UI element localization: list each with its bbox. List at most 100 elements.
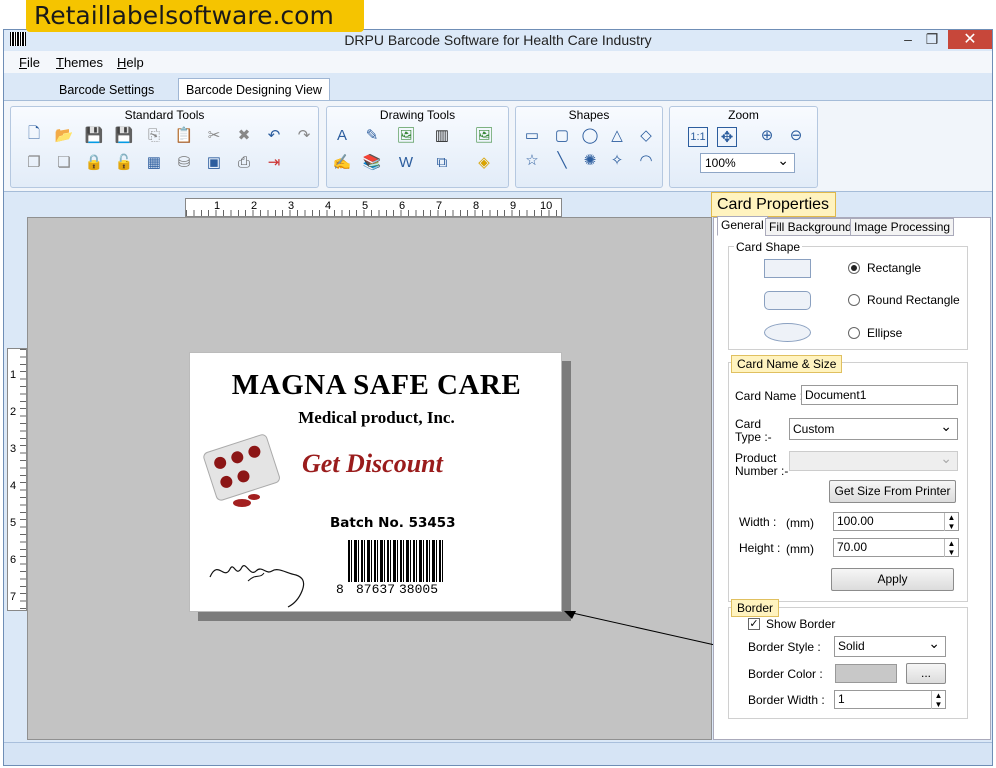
actual-size-icon[interactable]: 1:1 <box>688 127 708 147</box>
fit-window-icon[interactable]: ✥ <box>717 127 737 147</box>
picture-icon[interactable]: 🖼 <box>396 125 416 145</box>
rectangle-icon[interactable]: ▭ <box>522 125 542 145</box>
delete-icon[interactable]: ✖ <box>234 125 254 145</box>
get-size-from-printer-button[interactable]: Get Size From Printer <box>829 480 956 503</box>
star-four-icon[interactable]: ✧ <box>607 150 627 170</box>
grid-icon[interactable]: ▦ <box>144 152 164 172</box>
card-type-label-2: Type :- <box>735 430 772 444</box>
insert-image-dropdown-icon[interactable]: ◈ <box>474 152 494 172</box>
card-properties-heading: Card Properties <box>711 192 836 217</box>
height-unit: (mm) <box>786 542 814 556</box>
text-icon[interactable]: A <box>332 125 352 145</box>
border-color-button[interactable]: ... <box>906 663 946 684</box>
copy-icon[interactable]: ⎘ <box>144 125 164 145</box>
line-icon[interactable]: ╲ <box>552 150 572 170</box>
cut-icon[interactable]: ✂ <box>204 125 224 145</box>
border-width-spinner[interactable]: ▲ ▼ <box>931 691 945 709</box>
width-unit: (mm) <box>786 516 814 530</box>
round-rectangle-radio[interactable] <box>848 294 860 306</box>
height-label: Height : <box>739 541 781 555</box>
lock-icon[interactable]: 🔒 <box>84 152 104 172</box>
signature-image[interactable] <box>206 551 316 611</box>
card-barcode[interactable] <box>348 540 444 582</box>
card-subtitle[interactable]: Medical product, Inc. <box>190 408 563 428</box>
card-name-size-legend: Card Name & Size <box>731 355 843 373</box>
pill-pack-image[interactable] <box>202 431 302 511</box>
zoom-in-icon[interactable]: ⊕ <box>757 125 777 145</box>
menu-bar <box>4 51 992 73</box>
rectangle-radio[interactable] <box>848 262 860 274</box>
save-icon[interactable]: 💾 <box>84 125 104 145</box>
menu-file[interactable]: File <box>19 55 40 70</box>
title-bar: DRPU Barcode Software for Health Care In… <box>4 30 992 50</box>
send-back-icon[interactable]: ❐ <box>24 152 44 172</box>
ellipse-radio[interactable] <box>848 327 860 339</box>
arc-icon[interactable]: ◠ <box>636 150 656 170</box>
barcode-digit-left: 8 <box>336 582 344 597</box>
show-border-checkbox[interactable]: ✓ <box>748 618 760 630</box>
apply-button[interactable]: Apply <box>831 568 954 591</box>
ruler-v-label: 6 <box>10 554 17 566</box>
ruler-h-label: 10 <box>540 200 553 212</box>
star-icon[interactable]: ☆ <box>522 150 542 170</box>
menu-themes[interactable]: Themes <box>56 55 103 70</box>
watermark-icon[interactable]: W <box>396 152 416 172</box>
ruler-h-label: 6 <box>399 200 406 212</box>
card-discount-text[interactable]: Get Discount <box>302 449 443 479</box>
pencil-icon[interactable]: ✎ <box>362 125 382 145</box>
unlock-icon[interactable]: 🔓 <box>114 152 134 172</box>
border-width-input[interactable]: 1 ▲ ▼ <box>834 690 946 709</box>
zoom-out-icon[interactable]: ⊖ <box>786 125 806 145</box>
card-type-select[interactable]: Custom <box>789 416 958 440</box>
zoom-select[interactable]: 100% <box>700 151 795 173</box>
tab-fill-background[interactable]: Fill Background <box>765 218 856 236</box>
menu-help[interactable]: Help <box>117 55 144 70</box>
export-icon[interactable]: ⇥ <box>264 152 284 172</box>
barcode-icon[interactable]: ▥ <box>432 125 452 145</box>
show-border-label: Show Border <box>766 617 836 631</box>
new-icon[interactable]: 🗋 <box>24 125 44 145</box>
diamond-icon[interactable]: ◇ <box>636 125 656 145</box>
paste-icon[interactable]: 📋 <box>174 125 194 145</box>
card-name-input[interactable]: Document1 <box>801 385 958 405</box>
round-rectangle-icon[interactable]: ▢ <box>552 125 572 145</box>
height-spinner[interactable]: ▲ ▼ <box>944 539 958 557</box>
ellipse-preview <box>764 323 811 342</box>
card-batch-text[interactable]: Batch No. 53453 <box>330 515 456 531</box>
ellipse-icon[interactable]: ◯ <box>580 125 600 145</box>
image-library-icon[interactable]: 🖼 <box>474 125 494 145</box>
border-width-label: Border Width : <box>748 693 825 707</box>
round-rectangle-preview <box>764 291 811 310</box>
width-spinner[interactable]: ▲ ▼ <box>944 513 958 531</box>
height-input[interactable]: 70.00 ▲ ▼ <box>833 538 959 557</box>
restore-button[interactable]: ❐ <box>918 31 946 47</box>
print-icon[interactable]: ⎙ <box>234 152 254 172</box>
ruler-v-label: 2 <box>10 406 17 418</box>
width-input[interactable]: 100.00 ▲ ▼ <box>833 512 959 531</box>
burst-icon[interactable]: ✺ <box>580 150 600 170</box>
border-style-select[interactable]: Solid <box>834 634 946 657</box>
border-color-swatch[interactable] <box>835 664 897 683</box>
batch-icon[interactable]: ▣ <box>204 152 224 172</box>
database-icon[interactable]: ⛁ <box>174 152 194 172</box>
signature-icon[interactable]: ✍ <box>332 152 352 172</box>
frame-icon[interactable]: ⧉ <box>432 152 452 172</box>
undo-icon[interactable]: ↶ <box>264 125 284 145</box>
product-number-select[interactable] <box>789 449 958 471</box>
close-button[interactable]: ✕ <box>948 30 992 49</box>
barcode-digits-mid: 87637 <box>356 582 396 597</box>
redo-icon[interactable]: ↷ <box>294 125 314 145</box>
tab-general[interactable]: General <box>717 216 768 236</box>
library-icon[interactable]: 📚 <box>362 152 382 172</box>
border-color-label: Border Color : <box>748 667 823 681</box>
triangle-icon[interactable]: △ <box>607 125 627 145</box>
bring-front-icon[interactable]: ❏ <box>54 152 74 172</box>
horizontal-ruler: 1 2 3 4 5 6 7 8 9 10 <box>185 198 562 217</box>
label-card[interactable]: MAGNA SAFE CARE Medical product, Inc. Ge… <box>189 352 562 612</box>
tab-barcode-settings[interactable]: Barcode Settings <box>52 79 161 101</box>
save-as-icon[interactable]: 💾 <box>114 125 134 145</box>
tab-image-processing[interactable]: Image Processing <box>850 218 955 236</box>
open-icon[interactable]: 📂 <box>54 125 74 145</box>
card-title[interactable]: MAGNA SAFE CARE <box>190 369 563 402</box>
barcode-digits-right: 38005 <box>399 582 439 597</box>
